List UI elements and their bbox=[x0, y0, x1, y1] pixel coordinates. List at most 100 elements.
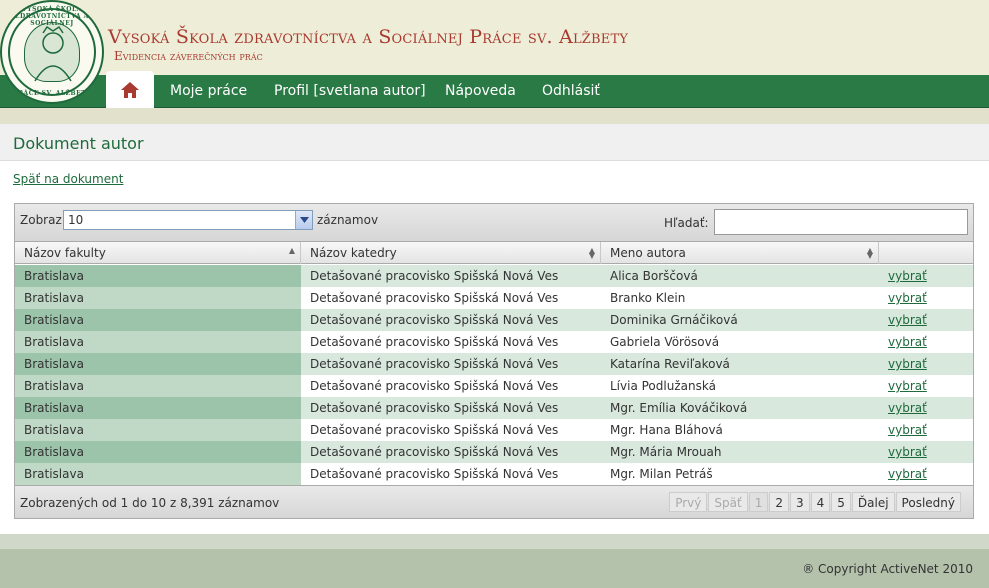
cell-katedra: Detašované pracovisko Spišská Nová Ves bbox=[310, 445, 559, 459]
cell-fakulta: Bratislava bbox=[15, 265, 301, 287]
cell-autor: Mgr. Milan Petráš bbox=[610, 467, 713, 481]
logo-text-bottom: PRÁCE SV. ALŽBETY bbox=[13, 90, 91, 97]
table-row: Bratislava Detašované pracovisko Spišská… bbox=[15, 463, 973, 485]
main-nav: Moje práce Profil [svetlana autor] Nápov… bbox=[0, 71, 989, 108]
cell-katedra: Detašované pracovisko Spišská Nová Ves bbox=[310, 357, 559, 371]
cell-fakulta: Bratislava bbox=[15, 287, 301, 309]
cell-autor: Branko Klein bbox=[610, 291, 686, 305]
table-row: Bratislava Detašované pracovisko Spišská… bbox=[15, 375, 973, 397]
nav-item-napoveda[interactable]: Nápoveda bbox=[445, 75, 516, 108]
pager-page-5[interactable]: 5 bbox=[831, 492, 851, 512]
cell-fakulta: Bratislava bbox=[15, 375, 301, 397]
sort-both-icon: ▲ ▼ bbox=[866, 246, 873, 260]
column-header-label: Názov fakulty bbox=[24, 246, 106, 260]
pager-first[interactable]: Prvý bbox=[669, 492, 708, 512]
pager-page-3[interactable]: 3 bbox=[789, 492, 810, 512]
table-info: Zobrazených od 1 do 10 z 8,391 záznamov bbox=[20, 496, 280, 510]
table-row: Bratislava Detašované pracovisko Spišská… bbox=[15, 265, 973, 287]
records-label: záznamov bbox=[317, 213, 379, 227]
cell-fakulta: Bratislava bbox=[15, 419, 301, 441]
cell-action: vybrať bbox=[879, 309, 973, 331]
data-table: Zobraz 10 záznamov Hľadať: Názov fakulty… bbox=[14, 203, 974, 519]
table-body: Bratislava Detašované pracovisko Spišská… bbox=[15, 265, 973, 485]
show-label: Zobraz bbox=[20, 213, 62, 227]
select-link[interactable]: vybrať bbox=[888, 357, 927, 371]
logo-text-top: VYSOKÁ ŠKOLA ZDRAVOTNÍCTVA A SOCIÁLNEJ bbox=[15, 6, 89, 27]
cell-fakulta: Bratislava bbox=[15, 397, 301, 419]
cell-action: vybrať bbox=[879, 265, 973, 287]
pager-page-4[interactable]: 4 bbox=[810, 492, 831, 512]
cell-action: vybrať bbox=[879, 331, 973, 353]
cell-fakulta: Bratislava bbox=[15, 331, 301, 353]
cell-action: vybrať bbox=[879, 353, 973, 375]
pager-prev[interactable]: Späť bbox=[708, 492, 748, 512]
pager-page-2[interactable]: 2 bbox=[769, 492, 789, 512]
column-header-label: Meno autora bbox=[610, 246, 686, 260]
cell-autor: Mgr. Hana Bláhová bbox=[610, 423, 723, 437]
pager-last[interactable]: Posledný bbox=[895, 492, 961, 512]
cell-katedra: Detašované pracovisko Spišská Nová Ves bbox=[310, 379, 559, 393]
cell-autor: Mgr. Mária Mrouah bbox=[610, 445, 722, 459]
cell-action: vybrať bbox=[879, 375, 973, 397]
select-link[interactable]: vybrať bbox=[888, 313, 927, 327]
pagination: Prvý Späť 1 2 3 4 5 Ďalej Posledný bbox=[668, 492, 961, 512]
page-size-value: 10 bbox=[68, 213, 84, 227]
table-row: Bratislava Detašované pracovisko Spišská… bbox=[15, 287, 973, 309]
site-subtitle: Evidencia záverečných prác bbox=[114, 49, 263, 63]
select-link[interactable]: vybrať bbox=[888, 335, 927, 349]
table-row: Bratislava Detašované pracovisko Spišská… bbox=[15, 309, 973, 331]
site-header: VYSOKÁ ŠKOLA ZDRAVOTNÍCTVA A SOCIÁLNEJ P… bbox=[0, 0, 989, 104]
cell-autor: Lívia Podlužanská bbox=[610, 379, 716, 393]
title-bar: Dokument autor bbox=[0, 124, 989, 161]
nav-home[interactable] bbox=[106, 71, 154, 108]
cell-action: vybrať bbox=[879, 441, 973, 463]
select-link[interactable]: vybrať bbox=[888, 445, 927, 459]
select-link[interactable]: vybrať bbox=[888, 379, 927, 393]
sort-asc-icon: ▲ bbox=[288, 246, 295, 255]
cell-katedra: Detašované pracovisko Spišská Nová Ves bbox=[310, 335, 559, 349]
chevron-down-icon[interactable] bbox=[295, 211, 312, 229]
header-band bbox=[0, 108, 989, 124]
cell-autor: Gabriela Vörösová bbox=[610, 335, 720, 349]
site-title: Vysoká Škola zdravotníctva a Sociálnej P… bbox=[108, 26, 629, 48]
table-header: Názov fakulty ▲ Názov katedry ▲ ▼ Meno au… bbox=[15, 242, 973, 264]
school-logo[interactable]: VYSOKÁ ŠKOLA ZDRAVOTNÍCTVA A SOCIÁLNEJ P… bbox=[0, 0, 104, 104]
column-header-katedra[interactable]: Názov katedry ▲ ▼ bbox=[301, 242, 601, 264]
table-row: Bratislava Detašované pracovisko Spišská… bbox=[15, 441, 973, 463]
search-input[interactable] bbox=[714, 209, 968, 235]
cell-katedra: Detašované pracovisko Spišská Nová Ves bbox=[310, 423, 559, 437]
pager-next[interactable]: Ďalej bbox=[851, 492, 895, 512]
back-link[interactable]: Späť na dokument bbox=[13, 172, 123, 186]
cell-autor: Mgr. Emília Kováčiková bbox=[610, 401, 748, 415]
table-row: Bratislava Detašované pracovisko Spišská… bbox=[15, 353, 973, 375]
column-header-fakulta[interactable]: Názov fakulty ▲ bbox=[15, 242, 301, 264]
select-link[interactable]: vybrať bbox=[888, 423, 927, 437]
cell-fakulta: Bratislava bbox=[15, 463, 301, 485]
nav-item-odhlasit[interactable]: Odhlásiť bbox=[542, 75, 600, 108]
sort-both-icon: ▲ ▼ bbox=[588, 246, 595, 260]
select-link[interactable]: vybrať bbox=[888, 467, 927, 481]
home-icon bbox=[121, 81, 139, 98]
column-header-autor[interactable]: Meno autora ▲ ▼ bbox=[601, 242, 879, 264]
cell-action: vybrať bbox=[879, 287, 973, 309]
page-size-select[interactable]: 10 bbox=[63, 210, 313, 230]
page-title: Dokument autor bbox=[13, 134, 144, 153]
cell-katedra: Detašované pracovisko Spišská Nová Ves bbox=[310, 269, 559, 283]
search-label: Hľadať: bbox=[664, 216, 709, 230]
table-toolbar: Zobraz 10 záznamov Hľadať: bbox=[15, 204, 973, 242]
select-link[interactable]: vybrať bbox=[888, 291, 927, 305]
cell-katedra: Detašované pracovisko Spišská Nová Ves bbox=[310, 291, 559, 305]
pager-page-1[interactable]: 1 bbox=[748, 492, 769, 512]
select-link[interactable]: vybrať bbox=[888, 401, 927, 415]
cell-fakulta: Bratislava bbox=[15, 441, 301, 463]
copyright: ® Copyright ActiveNet 2010 bbox=[802, 562, 973, 576]
select-link[interactable]: vybrať bbox=[888, 269, 927, 283]
cell-fakulta: Bratislava bbox=[15, 309, 301, 331]
column-header-label: Názov katedry bbox=[310, 246, 397, 260]
cell-autor: Katarína Reviľaková bbox=[610, 357, 730, 371]
table-row: Bratislava Detašované pracovisko Spišská… bbox=[15, 397, 973, 419]
cell-action: vybrať bbox=[879, 463, 973, 485]
nav-item-profil[interactable]: Profil [svetlana autor] bbox=[274, 75, 426, 108]
nav-item-moje-prace[interactable]: Moje práce bbox=[170, 75, 247, 108]
cell-katedra: Detašované pracovisko Spišská Nová Ves bbox=[310, 313, 559, 327]
